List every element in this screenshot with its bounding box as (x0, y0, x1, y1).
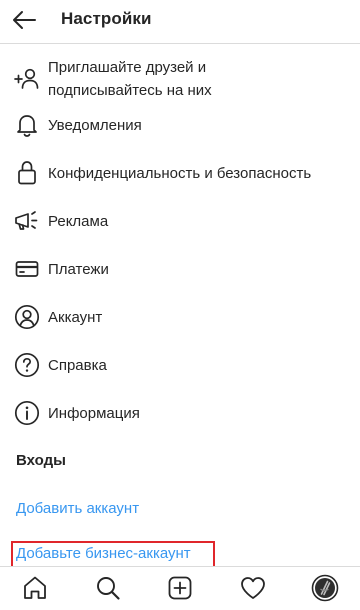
credit-card-icon (14, 256, 40, 282)
menu-item-label: Конфиденциальность и безопасность (48, 164, 312, 182)
menu-item-label: Уведомления (48, 116, 142, 134)
top-bar: Настройки (0, 0, 360, 44)
highlight-frame (11, 541, 215, 568)
menu-item-about[interactable]: Информация (0, 389, 360, 437)
back-button[interactable] (10, 8, 38, 32)
heart-icon (241, 577, 265, 599)
menu-item-label-line2: подписывайтесь на них (48, 82, 212, 99)
page-title: Настройки (61, 9, 152, 28)
megaphone-icon (14, 208, 40, 234)
tab-new-post[interactable] (165, 573, 195, 603)
menu-item-payments[interactable]: Платежи (0, 245, 360, 293)
new-post-icon (168, 576, 192, 600)
home-icon (24, 576, 46, 599)
tab-activity[interactable] (238, 573, 268, 603)
menu-item-notifications[interactable]: Уведомления (0, 101, 360, 149)
section-title-logins: Входы (16, 452, 66, 469)
menu-item-label: Справка (48, 356, 107, 374)
arrow-left-icon (13, 11, 36, 29)
help-circle-icon (14, 352, 40, 378)
menu-item-label: Аккаунт (48, 308, 103, 326)
menu-item-label: Информация (48, 404, 140, 422)
user-circle-icon (14, 304, 40, 330)
add-person-icon (14, 66, 40, 92)
bottom-tab-bar (0, 566, 360, 610)
lock-icon (14, 160, 40, 186)
menu-item-ads[interactable]: Реклама (0, 197, 360, 245)
profile-avatar-icon (311, 574, 339, 602)
bell-icon (14, 112, 40, 138)
add-account-link[interactable]: Добавить аккаунт (16, 500, 139, 517)
menu-item-label: Реклама (48, 212, 109, 230)
menu-item-label: Приглашайте друзей и (48, 59, 207, 76)
tab-home[interactable] (20, 573, 50, 603)
menu-item-help[interactable]: Справка (0, 341, 360, 389)
menu-item-invite-friends[interactable]: Приглашайте друзей и подписывайтесь на н… (0, 54, 360, 104)
info-circle-icon (14, 400, 40, 426)
menu-item-label: Платежи (48, 260, 109, 278)
tab-profile[interactable] (310, 573, 340, 603)
menu-item-privacy[interactable]: Конфиденциальность и безопасность (0, 149, 360, 197)
tab-search[interactable] (93, 573, 123, 603)
search-icon (97, 577, 120, 600)
menu-item-account[interactable]: Аккаунт (0, 293, 360, 341)
